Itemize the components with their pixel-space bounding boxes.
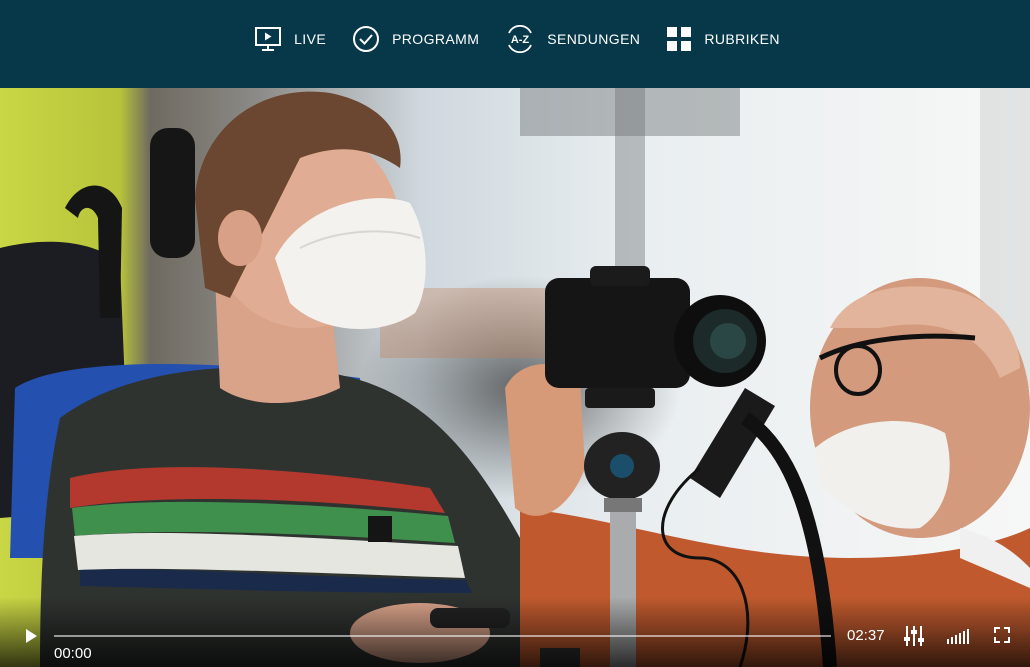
nav-item-label: RUBRIKEN — [704, 31, 780, 47]
total-time: 02:37 — [847, 627, 885, 644]
nav-item-label: PROGRAMM — [392, 31, 480, 47]
nav-item-rubriken[interactable]: RUBRIKEN — [666, 26, 780, 52]
nav-menu: LIVE PROGRAMM A-Z SENDUNGEN RUBRIKEN — [254, 25, 780, 53]
video-player[interactable]: 00:00 02:37 — [0, 88, 1030, 667]
nav-item-label: SENDUNGEN — [547, 31, 641, 47]
equalizer-icon[interactable] — [903, 625, 925, 647]
play-icon[interactable] — [22, 627, 40, 645]
nav-item-sendungen[interactable]: A-Z SENDUNGEN — [505, 25, 640, 53]
monitor-play-icon — [255, 27, 282, 51]
fullscreen-icon[interactable] — [994, 627, 1010, 643]
nav-item-programm[interactable]: PROGRAMM — [352, 25, 479, 53]
clock-icon — [353, 26, 380, 52]
volume-bars-icon[interactable] — [947, 628, 969, 644]
nav-item-live[interactable]: LIVE — [254, 26, 326, 52]
player-controls: 00:00 02:37 — [0, 597, 1030, 667]
progress-bar[interactable] — [54, 635, 831, 637]
a-z-icon: A-Z — [508, 25, 533, 53]
current-time: 00:00 — [54, 645, 92, 662]
nav-item-label: LIVE — [294, 31, 327, 47]
top-navigation: LIVE PROGRAMM A-Z SENDUNGEN RUBRIKEN — [0, 0, 1030, 88]
a-z-glyph: A-Z — [511, 34, 530, 46]
video-frame — [0, 88, 1030, 667]
grid-icon — [667, 27, 692, 51]
